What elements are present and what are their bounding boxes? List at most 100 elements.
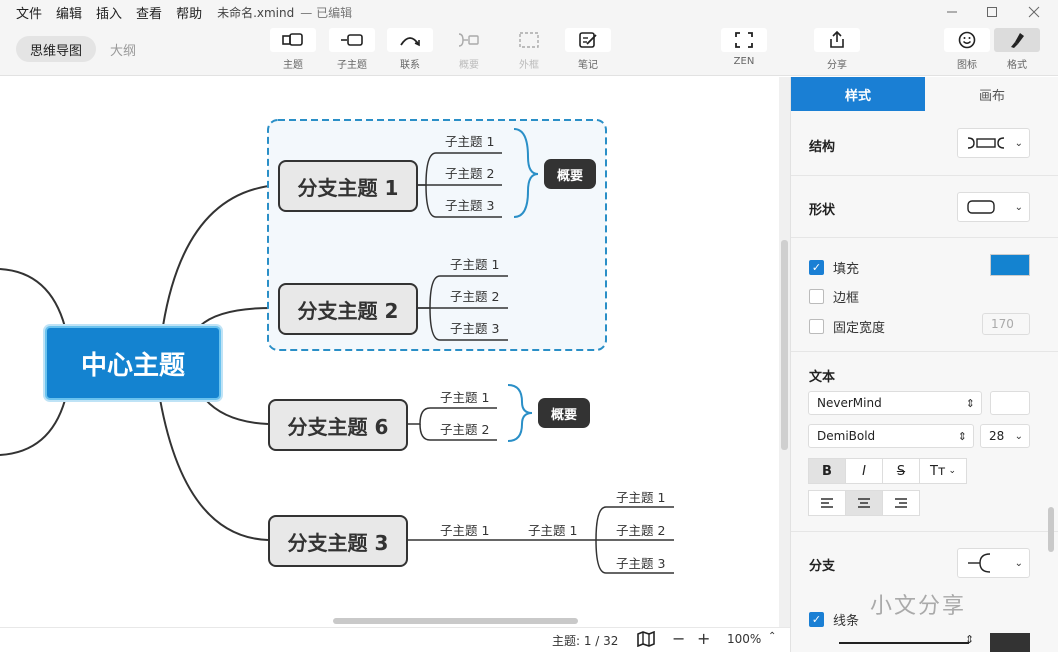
branch-topic-1[interactable]: 分支主题 1: [278, 160, 418, 212]
fill-color-swatch[interactable]: [990, 254, 1030, 276]
shape-select[interactable]: ⌄: [957, 192, 1030, 222]
summary-topic[interactable]: 概要: [544, 159, 596, 189]
font-weight-select[interactable]: DemiBold ⇕: [808, 424, 974, 448]
format-panel-button[interactable]: 格式: [994, 28, 1040, 71]
subtopic[interactable]: 子主题 1: [450, 254, 499, 273]
subtopic[interactable]: 子主题 1: [440, 387, 489, 406]
close-icon[interactable]: [1024, 2, 1044, 22]
zoom-chevron-icon[interactable]: ⌃: [768, 631, 776, 642]
outline-view-button[interactable]: 大纲: [96, 36, 150, 62]
panel-tabs: 样式 画布: [791, 77, 1058, 111]
document-title: 未命名.xmind: [217, 5, 295, 20]
relationship-button[interactable]: 联系: [387, 28, 433, 71]
zen-label: ZEN: [733, 56, 755, 67]
border-checkbox[interactable]: [809, 289, 824, 304]
border-option[interactable]: 边框: [809, 287, 859, 306]
menu-help[interactable]: 帮助: [169, 3, 209, 22]
zen-button[interactable]: ZEN: [721, 28, 767, 67]
tab-style[interactable]: 样式: [791, 77, 925, 111]
chevron-down-icon: ⌄: [1014, 137, 1023, 149]
zoom-level[interactable]: 100%: [727, 632, 761, 646]
subtopic[interactable]: 子主题 3: [445, 195, 494, 214]
fixed-width-checkbox[interactable]: [809, 319, 824, 334]
bold-button[interactable]: B: [808, 458, 846, 484]
line-checkbox[interactable]: ✓: [809, 612, 824, 627]
structure-select[interactable]: ⌄: [957, 128, 1030, 158]
subtopic[interactable]: 子主题 1: [528, 520, 577, 539]
subtopic[interactable]: 子主题 2: [450, 286, 499, 305]
line-style-preview[interactable]: [839, 642, 969, 644]
mindmap-canvas[interactable]: 中心主题 分支主题 1 子主题 1 子主题 2 子主题 3 概要 分支主题 2 …: [0, 77, 778, 627]
minimize-icon[interactable]: [942, 2, 962, 22]
font-family-select[interactable]: NeverMind ⇕: [808, 391, 982, 415]
subtopic[interactable]: 子主题 3: [616, 553, 665, 572]
border-label: 边框: [833, 291, 860, 306]
zoom-in-icon[interactable]: +: [697, 629, 710, 648]
fill-checkbox[interactable]: ✓: [809, 260, 824, 275]
mindmap-view-button[interactable]: 思维导图: [16, 36, 97, 62]
branch-topic-6[interactable]: 分支主题 6: [268, 399, 408, 451]
align-left-button[interactable]: [808, 490, 846, 516]
font-size-select[interactable]: 28 ⌄: [980, 424, 1030, 448]
updown-icon[interactable]: ⇕: [965, 633, 974, 646]
map-icon[interactable]: [637, 630, 655, 650]
fixed-width-option[interactable]: 固定宽度: [809, 317, 885, 336]
icon-panel-button[interactable]: 图标: [944, 28, 990, 71]
font-weight-value: DemiBold: [817, 429, 876, 443]
align-right-button[interactable]: [882, 490, 920, 516]
boundary-button[interactable]: 外框: [506, 28, 552, 71]
branch-topic-2[interactable]: 分支主题 2: [278, 283, 418, 335]
font-family-value: NeverMind: [817, 396, 882, 410]
branch-topic-3[interactable]: 分支主题 3: [268, 515, 408, 567]
chevron-down-icon: ⌄: [948, 466, 957, 476]
zoom-out-icon[interactable]: −: [672, 629, 685, 648]
vertical-scrollbar[interactable]: [779, 77, 790, 627]
subtopic[interactable]: 子主题 2: [445, 163, 494, 182]
menu-insert[interactable]: 插入: [89, 3, 129, 22]
text-case-label: Tт: [929, 463, 946, 479]
fixed-width-input[interactable]: 170: [982, 313, 1030, 335]
text-align-buttons: [808, 490, 920, 516]
fill-option[interactable]: ✓ 填充: [809, 258, 859, 277]
subtopic-label: 子主题: [337, 60, 367, 71]
subtopic[interactable]: 子主题 1: [440, 520, 489, 539]
line-option[interactable]: ✓ 线条: [809, 610, 859, 629]
branch-style-select[interactable]: ⌄: [957, 548, 1030, 578]
menu-view[interactable]: 查看: [129, 3, 169, 22]
panel-scroll-thumb[interactable]: [1048, 507, 1054, 552]
maximize-icon[interactable]: [982, 2, 1002, 22]
subtopic[interactable]: 子主题 2: [616, 520, 665, 539]
strikethrough-button[interactable]: S: [882, 458, 920, 484]
topic-button[interactable]: 主题: [270, 28, 316, 71]
align-right-icon: [895, 498, 907, 508]
summary-button[interactable]: 概要: [446, 28, 492, 71]
tab-canvas[interactable]: 画布: [925, 77, 1058, 111]
share-button[interactable]: 分享: [814, 28, 860, 71]
subtopic[interactable]: 子主题 1: [616, 487, 665, 506]
format-panel-label: 格式: [1007, 60, 1027, 71]
align-left-icon: [821, 498, 833, 508]
text-case-button[interactable]: Tт ⌄: [919, 458, 967, 484]
summary-topic[interactable]: 概要: [538, 398, 590, 428]
vertical-scroll-thumb[interactable]: [781, 240, 788, 450]
subtopic-button[interactable]: 子主题: [329, 28, 375, 71]
fixed-width-label: 固定宽度: [833, 321, 886, 336]
horizontal-scroll-thumb[interactable]: [333, 618, 578, 624]
horizontal-scrollbar[interactable]: [0, 616, 778, 626]
italic-button[interactable]: I: [845, 458, 883, 484]
updown-icon: ⇕: [965, 396, 975, 410]
align-center-button[interactable]: [845, 490, 883, 516]
branch-curve-icon: [968, 553, 991, 573]
text-color-swatch[interactable]: [990, 391, 1030, 415]
subtopic[interactable]: 子主题 3: [450, 318, 499, 337]
menu-edit[interactable]: 编辑: [49, 3, 89, 22]
menu-file[interactable]: 文件: [0, 3, 49, 22]
subtopic[interactable]: 子主题 2: [440, 419, 489, 438]
subtopic[interactable]: 子主题 1: [445, 131, 494, 150]
watermark-text: 小文分享: [870, 594, 967, 619]
notes-icon: [565, 28, 611, 52]
line-color-swatch[interactable]: [990, 633, 1030, 652]
topic-icon: [270, 28, 316, 52]
notes-button[interactable]: 笔记: [565, 28, 611, 71]
central-topic[interactable]: 中心主题: [45, 326, 221, 400]
